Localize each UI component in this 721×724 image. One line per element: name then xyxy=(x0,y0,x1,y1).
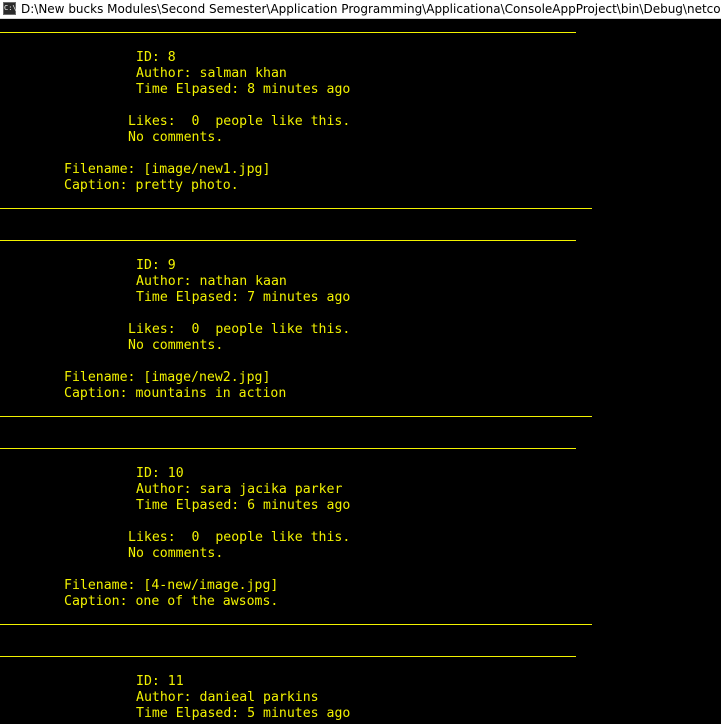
post-likes: Likes: 0 people like this. xyxy=(128,114,351,129)
post-author: Author: sara jacika parker xyxy=(136,482,343,497)
separator-top xyxy=(0,656,576,657)
post-id: ID: 11 xyxy=(136,674,184,689)
post-time: Time Elpased: 5 minutes ago xyxy=(136,706,351,721)
post-caption: Caption: one of the awsoms. xyxy=(64,594,279,609)
console-icon: C:\ xyxy=(3,2,17,15)
post-comments: No comments. xyxy=(128,130,224,145)
post-comments: No comments. xyxy=(128,546,224,561)
post-caption: Caption: mountains in action xyxy=(64,386,287,401)
post-filename: Filename: [image/new2.jpg] xyxy=(64,370,271,385)
separator-bottom xyxy=(0,624,592,625)
window-title-bar[interactable]: C:\ D:\New bucks Modules\Second Semester… xyxy=(0,0,721,19)
console-output[interactable]: ID: 8 Author: salman khan Time Elpased: … xyxy=(0,18,721,724)
separator-top xyxy=(0,32,576,33)
post-id: ID: 10 xyxy=(136,466,184,481)
separator-bottom xyxy=(0,208,592,209)
post-author: Author: salman khan xyxy=(136,66,287,81)
post-likes: Likes: 0 people like this. xyxy=(128,530,351,545)
post-comments: No comments. xyxy=(128,338,224,353)
post-likes: Likes: 0 people like this. xyxy=(128,322,351,337)
separator-bottom xyxy=(0,416,592,417)
post-filename: Filename: [4-new/image.jpg] xyxy=(64,578,279,593)
post-author: Author: danieal parkins xyxy=(136,690,319,705)
post-filename: Filename: [image/new1.jpg] xyxy=(64,162,271,177)
separator-top xyxy=(0,448,576,449)
post-caption: Caption: pretty photo. xyxy=(64,178,239,193)
post-time: Time Elpased: 7 minutes ago xyxy=(136,290,351,305)
post-id: ID: 8 xyxy=(136,50,176,65)
separator-top xyxy=(0,240,576,241)
post-id: ID: 9 xyxy=(136,258,176,273)
window-title: D:\New bucks Modules\Second Semester\App… xyxy=(21,2,721,16)
post-time: Time Elpased: 8 minutes ago xyxy=(136,82,351,97)
post-time: Time Elpased: 6 minutes ago xyxy=(136,498,351,513)
post-author: Author: nathan kaan xyxy=(136,274,287,289)
